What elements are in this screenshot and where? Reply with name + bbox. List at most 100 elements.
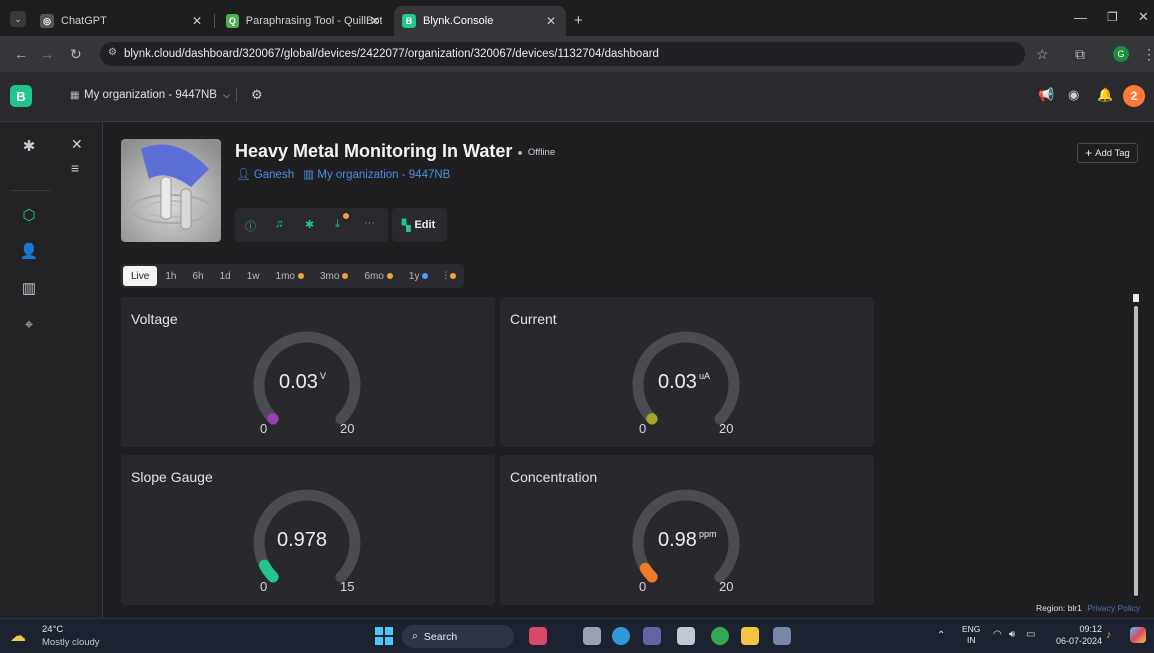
device-meta: 👤︎ Ganesh ▥ My organization - 9447NB (236, 167, 450, 181)
reload-icon[interactable]: ↻ (70, 46, 82, 63)
gauge-widget-concentration[interactable]: Concentration 0.98 ppm 0 20 (500, 455, 874, 605)
developer-zone-icon[interactable]: ✱ (0, 137, 58, 155)
privacy-policy-link[interactable]: Privacy Policy (1087, 603, 1140, 613)
tab-chatgpt[interactable]: ◎ ChatGPT ✕ (32, 6, 212, 36)
download-icon[interactable]: ⤓ (335, 218, 340, 231)
menu-icon[interactable]: ≡ (71, 160, 79, 176)
device-owner-link[interactable]: Ganesh (254, 169, 294, 181)
locations-icon[interactable]: ⌖ (0, 316, 58, 333)
device-action-bar: ⓘ ♫ ✱ ⤓ ··· (235, 208, 388, 242)
add-tag-button[interactable]: + Add Tag (1077, 143, 1138, 163)
time-range-1h[interactable]: 1h (157, 271, 184, 282)
plus-icon: + (1085, 146, 1093, 160)
language-indicator[interactable]: ENG IN (962, 624, 980, 646)
minimize-icon[interactable]: — (1074, 10, 1087, 25)
devices-icon[interactable]: ⬡ (0, 206, 58, 224)
gauge-value: 0.98 ppm (658, 529, 716, 552)
back-icon[interactable]: ← (14, 46, 28, 62)
time-range-selector: Live 1h 6h 1d 1w 1mo 3mo 6mo 1y ⫶ (121, 264, 464, 288)
wifi-icon[interactable]: ◠ (993, 629, 1002, 640)
time-range-1y[interactable]: 1y (401, 271, 437, 282)
custom-range-icon[interactable]: ⫶ (436, 271, 464, 282)
dashboard-scrollbar[interactable] (1129, 292, 1142, 602)
time-range-6h[interactable]: 6h (184, 271, 211, 282)
time-range-3mo[interactable]: 3mo (312, 271, 356, 282)
site-info-icon[interactable]: ⚙ (108, 47, 117, 58)
tab-label: ChatGPT (61, 15, 107, 27)
blynk-logo[interactable]: B (10, 85, 32, 107)
premium-dot (386, 273, 393, 279)
time-range-label: 3mo (319, 270, 340, 282)
widgets-app-icon[interactable] (529, 627, 547, 645)
task-view-icon[interactable] (583, 627, 601, 645)
extensions-icon[interactable]: ⧉ (1075, 46, 1085, 63)
taskbar-search[interactable]: ⌕ Search (402, 625, 514, 648)
gauge-max: 20 (719, 421, 734, 436)
chrome-icon[interactable] (711, 627, 729, 645)
copilot-icon[interactable] (1130, 627, 1146, 643)
edit-button[interactable]: ▚ Edit (392, 208, 447, 242)
tab-search-icon[interactable]: ⌄ (10, 11, 26, 27)
time-range-1mo[interactable]: 1mo (268, 271, 312, 282)
gauge-value-number: 0.978 (277, 529, 328, 551)
time-range-1d[interactable]: 1d (212, 271, 239, 282)
store-app-icon[interactable] (773, 627, 791, 645)
windows-start-icon[interactable] (375, 627, 393, 645)
more-icon[interactable]: ··· (364, 217, 375, 229)
profile-avatar[interactable]: G (1113, 46, 1129, 62)
temperature: 24°C (42, 624, 64, 635)
users-icon[interactable]: 👤 (0, 242, 58, 260)
gauge-widget-slope-gauge[interactable]: Slope Gauge 0.978 0 15 (121, 455, 495, 605)
forward-icon[interactable]: → (40, 46, 54, 62)
gauge-widget-voltage[interactable]: Voltage 0.03 V 0 20 (121, 297, 495, 447)
browser-menu-icon[interactable]: ⋮ (1142, 46, 1154, 63)
new-tab-icon[interactable]: + (574, 12, 583, 29)
file-explorer-icon[interactable] (741, 627, 759, 645)
time-range-1w[interactable]: 1w (239, 271, 268, 282)
notifications-icon[interactable]: 🔔 (1097, 87, 1113, 103)
volume-icon[interactable]: 🔊︎ (1009, 629, 1015, 640)
dashboard-edit-icon: ▚ (402, 219, 411, 232)
tab-quillbot[interactable]: Q Paraphrasing Tool - QuillBot AI ✕ (218, 6, 390, 36)
developer-tools-icon[interactable]: ✱ (305, 218, 314, 231)
region-footer: Region: blr1 Privacy Policy (1036, 603, 1140, 613)
gauge-value-number: 0.03 (658, 371, 697, 393)
org-settings-gear-icon[interactable]: ⚙ (251, 87, 263, 103)
tab-blynk-console[interactable]: B Blynk.Console ✕ (394, 6, 566, 36)
teams-icon[interactable] (643, 627, 661, 645)
time-range-6mo[interactable]: 6mo (356, 271, 400, 282)
restore-icon[interactable]: ❐ (1107, 10, 1118, 24)
notification-bell-icon[interactable]: ♪ (1106, 629, 1112, 641)
organizations-icon[interactable]: ▥ (0, 279, 58, 297)
edge-icon[interactable] (612, 627, 630, 645)
weather-icon[interactable]: ☁ (10, 626, 26, 646)
org-selector[interactable]: My organization - 9447NB ⌵ (84, 89, 230, 101)
bookmark-star-icon[interactable]: ☆ (1036, 46, 1049, 63)
gauge-min: 0 (260, 421, 268, 436)
info-icon[interactable]: ⓘ (245, 218, 256, 234)
url-text: blynk.cloud/dashboard/320067/global/devi… (124, 48, 659, 60)
clock[interactable]: 09:12 06-07-2024 (1054, 623, 1102, 647)
address-bar[interactable]: ⚙ blynk.cloud/dashboard/320067/global/de… (100, 42, 1025, 66)
tab-close-icon[interactable]: ✕ (192, 14, 202, 28)
tab-close-icon[interactable]: ✕ (370, 14, 380, 28)
show-hidden-icons-icon[interactable]: ⌃ (937, 630, 945, 641)
chevron-down-icon: ⌵ (223, 90, 230, 100)
help-icon[interactable]: ◉ (1068, 87, 1079, 103)
mail-icon[interactable] (677, 627, 695, 645)
user-avatar[interactable]: 2 (1123, 85, 1145, 107)
browser-toolbar: ← → ↻ ⚙ blynk.cloud/dashboard/320067/glo… (0, 36, 1154, 72)
device-organization-link[interactable]: My organization - 9447NB (317, 169, 450, 181)
announcements-icon[interactable]: 📢 (1038, 87, 1054, 103)
battery-icon[interactable]: ▭ (1026, 629, 1035, 640)
bell-icon[interactable]: ♫ (275, 218, 283, 230)
owner-icon: 👤︎ (236, 169, 251, 181)
tab-close-icon[interactable]: ✕ (546, 14, 556, 28)
time-range-label: 6mo (364, 270, 384, 282)
close-window-icon[interactable]: ✕ (1138, 9, 1149, 25)
gauge-widget-current[interactable]: Current 0.03 uA 0 20 (500, 297, 874, 447)
device-title: Heavy Metal Monitoring In Water ● Offlin… (235, 141, 555, 162)
chatgpt-icon: ◎ (40, 14, 54, 28)
time-range-Live[interactable]: Live (123, 266, 158, 286)
close-panel-icon[interactable]: ✕ (71, 136, 83, 153)
